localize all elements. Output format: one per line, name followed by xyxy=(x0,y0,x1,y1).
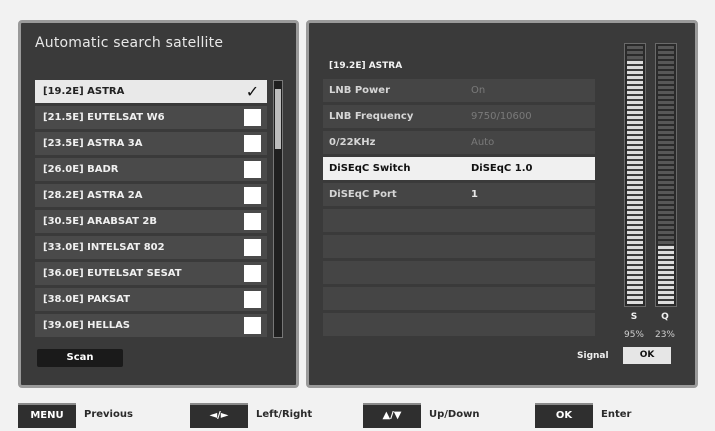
param-row-empty xyxy=(323,287,595,310)
param-label: DiSEqC Switch xyxy=(329,163,411,174)
quality-percent: 23% xyxy=(654,330,675,340)
previous-hint: Previous xyxy=(84,409,133,420)
param-label: 0/22KHz xyxy=(329,137,376,148)
satellite-row[interactable]: [21.5E] EUTELSAT W6 xyxy=(35,106,267,129)
param-row-empty xyxy=(323,313,595,336)
strength-label: S xyxy=(630,312,638,322)
satellite-name: [38.0E] PAKSAT xyxy=(43,294,131,305)
signal-quality-meter xyxy=(655,43,677,307)
param-value: Auto xyxy=(471,137,495,148)
satellite-name: [23.5E] ASTRA 3A xyxy=(43,138,143,149)
scrollbar-thumb[interactable] xyxy=(275,89,281,149)
signal-status-badge: OK xyxy=(623,347,671,364)
satellite-name: [28.2E] ASTRA 2A xyxy=(43,190,143,201)
up-down-hint: Up/Down xyxy=(429,409,480,420)
satellite-row[interactable]: [33.0E] INTELSAT 802 xyxy=(35,236,267,259)
param-row-empty xyxy=(323,261,595,284)
param-row-lnb-frequency[interactable]: LNB Frequency 9750/10600 xyxy=(323,105,595,128)
satellite-row[interactable]: [30.5E] ARABSAT 2B xyxy=(35,210,267,233)
enter-hint: Enter xyxy=(601,409,632,420)
satellite-name: [36.0E] EUTELSAT SESAT xyxy=(43,268,182,279)
strength-percent: 95% xyxy=(623,330,644,340)
satellite-name: [26.0E] BADR xyxy=(43,164,119,175)
param-value: 1 xyxy=(471,189,478,200)
signal-strength-meter xyxy=(624,43,646,307)
param-label: LNB Power xyxy=(329,85,390,96)
checkbox[interactable] xyxy=(244,239,261,256)
param-label: LNB Frequency xyxy=(329,111,414,122)
satellite-row[interactable]: [19.2E] ASTRA ✓ xyxy=(35,80,267,103)
meter-fill xyxy=(658,245,674,304)
param-row-empty xyxy=(323,209,595,232)
meter-fill xyxy=(627,59,643,304)
satellite-row[interactable]: [23.5E] ASTRA 3A xyxy=(35,132,267,155)
param-value: 9750/10600 xyxy=(471,111,532,122)
panel-title: Automatic search satellite xyxy=(35,35,224,51)
param-row-empty xyxy=(323,235,595,258)
left-right-hint: Left/Right xyxy=(256,409,313,420)
satellite-settings-panel: [19.2E] ASTRA LNB Power On LNB Frequency… xyxy=(306,20,698,388)
satellite-name: [33.0E] INTELSAT 802 xyxy=(43,242,165,253)
menu-key-button[interactable]: MENU xyxy=(18,403,76,428)
satellite-row[interactable]: [38.0E] PAKSAT xyxy=(35,288,267,311)
param-row-diseqc-switch[interactable]: DiSEqC Switch DiSEqC 1.0 xyxy=(323,157,595,180)
checkbox[interactable] xyxy=(244,109,261,126)
param-label: DiSEqC Port xyxy=(329,189,397,200)
checkbox[interactable] xyxy=(244,213,261,230)
checkbox[interactable] xyxy=(244,317,261,334)
param-value: On xyxy=(471,85,486,96)
param-row-diseqc-port[interactable]: DiSEqC Port 1 xyxy=(323,183,595,206)
signal-label: Signal xyxy=(577,351,609,361)
satellite-name: [21.5E] EUTELSAT W6 xyxy=(43,112,165,123)
checkbox[interactable] xyxy=(244,291,261,308)
list-scrollbar[interactable] xyxy=(273,80,283,338)
selected-satellite-title: [19.2E] ASTRA xyxy=(329,61,403,71)
param-value: DiSEqC 1.0 xyxy=(471,163,533,174)
up-down-key-button[interactable]: ▲/▼ xyxy=(363,403,421,428)
param-row-lnb-power[interactable]: LNB Power On xyxy=(323,79,595,102)
satellite-row[interactable]: [39.0E] HELLAS xyxy=(35,314,267,337)
checkbox[interactable] xyxy=(244,265,261,282)
satellite-list-panel: Automatic search satellite [19.2E] ASTRA… xyxy=(18,20,299,388)
satellite-row[interactable]: [26.0E] BADR xyxy=(35,158,267,181)
satellite-name: [30.5E] ARABSAT 2B xyxy=(43,216,157,227)
checkbox[interactable] xyxy=(244,187,261,204)
checkbox[interactable] xyxy=(244,135,261,152)
ok-key-button[interactable]: OK xyxy=(535,403,593,428)
checkbox[interactable] xyxy=(244,161,261,178)
scan-button[interactable]: Scan xyxy=(37,349,123,367)
quality-label: Q xyxy=(661,312,669,322)
param-row-22khz[interactable]: 0/22KHz Auto xyxy=(323,131,595,154)
satellite-name: [19.2E] ASTRA xyxy=(43,86,125,97)
check-icon: ✓ xyxy=(245,82,260,101)
left-right-key-button[interactable]: ◄/► xyxy=(190,403,248,428)
satellite-row[interactable]: [28.2E] ASTRA 2A xyxy=(35,184,267,207)
satellite-name: [39.0E] HELLAS xyxy=(43,320,131,331)
parameter-list: LNB Power On LNB Frequency 9750/10600 0/… xyxy=(323,79,595,339)
checkbox[interactable]: ✓ xyxy=(244,83,261,100)
satellite-row[interactable]: [36.0E] EUTELSAT SESAT xyxy=(35,262,267,285)
satellite-list: [19.2E] ASTRA ✓ [21.5E] EUTELSAT W6 [23.… xyxy=(35,80,267,340)
